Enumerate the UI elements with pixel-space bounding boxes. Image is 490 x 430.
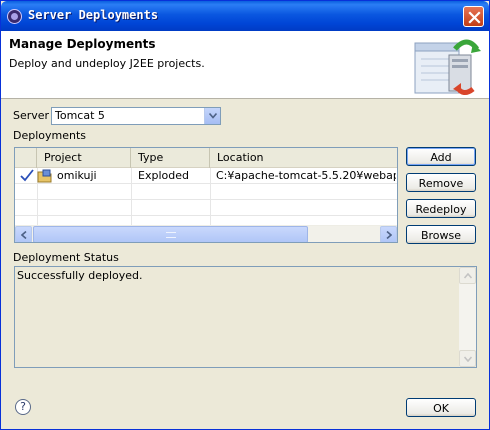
header-title: Manage Deployments (9, 37, 156, 51)
dialog-header: Manage Deployments Deploy and undeploy J… (1, 31, 489, 99)
scroll-right-button[interactable] (380, 226, 397, 242)
chevron-down-icon (464, 356, 472, 362)
help-icon[interactable]: ? (15, 399, 31, 415)
status-vertical-scrollbar[interactable] (459, 267, 476, 367)
chevron-right-icon (386, 231, 392, 239)
server-label: Server (13, 109, 50, 122)
project-folder-icon (37, 168, 55, 184)
table-header: Project Type Location (15, 148, 397, 168)
deployment-status-area[interactable]: Successfully deployed. (14, 266, 477, 368)
scroll-left-button[interactable] (15, 226, 32, 242)
ok-button[interactable]: OK (406, 398, 476, 417)
scroll-up-button[interactable] (459, 267, 476, 284)
close-button[interactable] (463, 6, 484, 27)
redeploy-button[interactable]: Redeploy (406, 199, 476, 218)
eclipse-icon (7, 9, 22, 24)
column-header-type[interactable]: Type (131, 148, 210, 168)
project-type: Exploded (138, 169, 189, 182)
column-header-project[interactable]: Project (37, 148, 131, 168)
title-bar[interactable]: Server Deployments (1, 1, 489, 31)
server-combo[interactable]: Tomcat 5 (51, 107, 221, 125)
server-dropdown-button[interactable] (204, 108, 220, 124)
project-name: omikuji (57, 169, 97, 182)
column-header-check[interactable] (15, 148, 37, 168)
deployment-status-text: Successfully deployed. (17, 269, 143, 282)
deployment-status-label: Deployment Status (13, 251, 119, 264)
deployed-check-icon (20, 168, 34, 184)
server-combo-value: Tomcat 5 (55, 109, 105, 122)
chevron-up-icon (464, 273, 472, 279)
deployments-table: Project Type Location omikuji Exploded C… (14, 147, 398, 243)
chevron-left-icon (21, 231, 27, 239)
server-deployments-dialog: Server Deployments Manage Deployments De… (0, 0, 490, 430)
project-location: C:¥apache-tomcat-5.5.20¥webapps¥o (216, 169, 396, 182)
column-header-location[interactable]: Location (210, 148, 397, 168)
close-icon (468, 11, 481, 24)
table-row[interactable]: omikuji Exploded C:¥apache-tomcat-5.5.20… (15, 168, 397, 184)
header-description: Deploy and undeploy J2EE projects. (9, 57, 205, 70)
remove-button[interactable]: Remove (406, 173, 476, 192)
deployments-label: Deployments (13, 129, 87, 142)
table-horizontal-scrollbar[interactable] (15, 225, 397, 242)
deploy-wizard-icon (414, 39, 481, 95)
scroll-down-button[interactable] (459, 350, 476, 367)
add-button[interactable]: Add (406, 147, 476, 166)
scroll-thumb[interactable] (33, 226, 308, 242)
table-row-empty (15, 200, 397, 216)
window-title: Server Deployments (28, 8, 159, 22)
table-row-empty (15, 184, 397, 200)
chevron-down-icon (209, 113, 217, 119)
browse-button[interactable]: Browse (406, 225, 476, 244)
